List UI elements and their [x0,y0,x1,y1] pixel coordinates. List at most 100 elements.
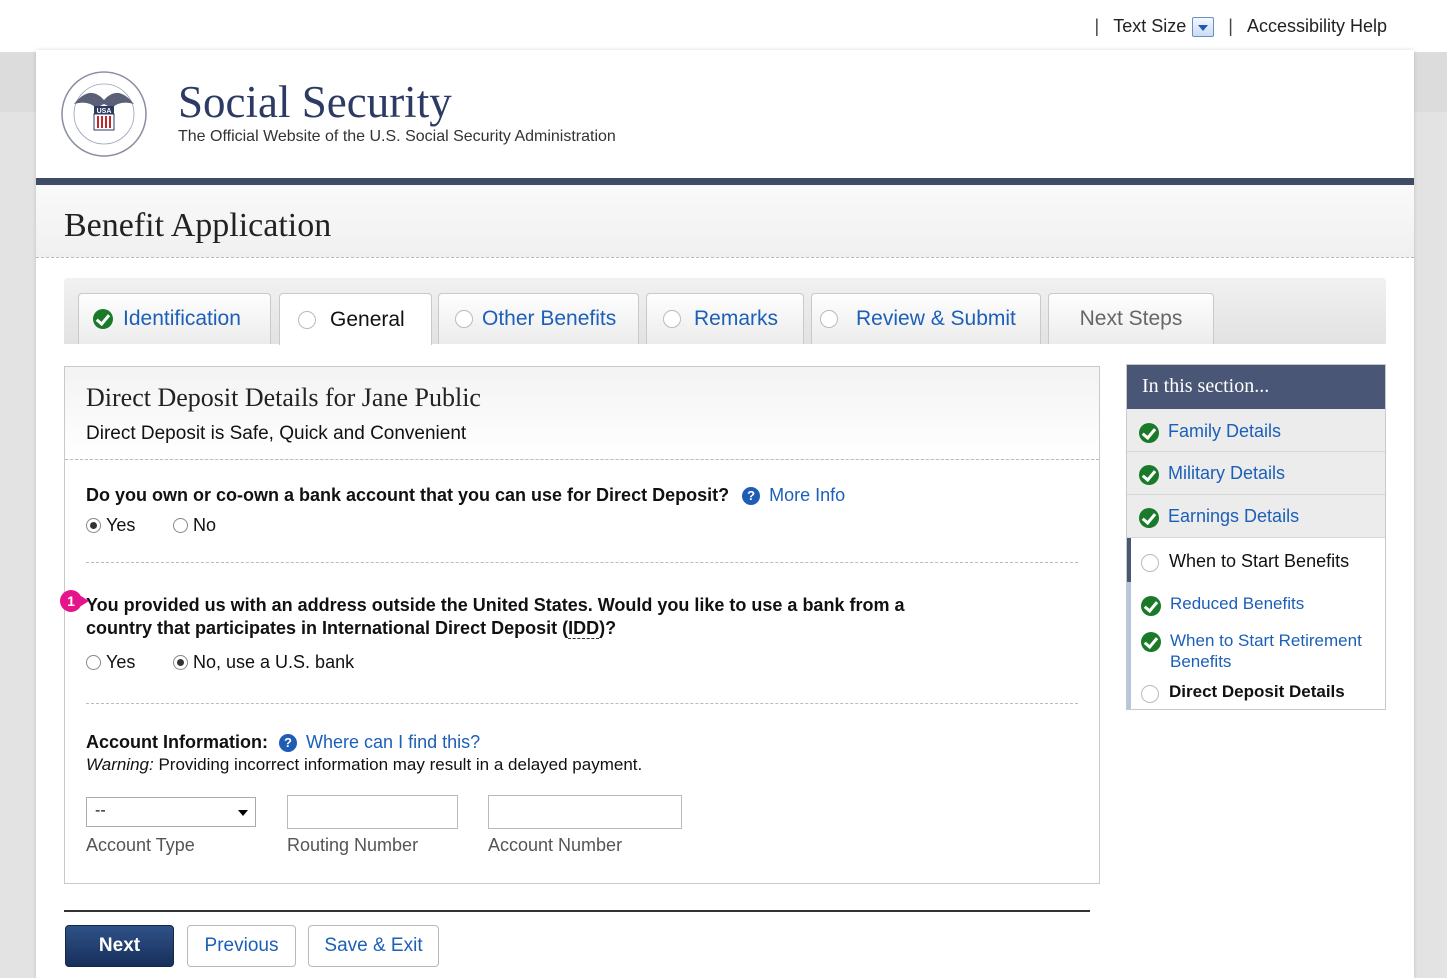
separator: | [1228,16,1233,36]
sidebar-item-label: Military Details [1168,463,1286,483]
check-icon [1141,632,1161,652]
radio-selected-icon[interactable] [173,655,188,670]
sidebar-item-family-details[interactable]: Family Details [1127,409,1385,452]
tab-label: Other Benefits [482,307,617,330]
tab-other-benefits[interactable]: Other Benefits [438,293,639,344]
help-icon[interactable]: ? [279,734,298,753]
text-size-dropdown-icon[interactable] [1192,16,1215,37]
check-icon [93,309,113,329]
ssa-seal-logo[interactable]: USA [60,70,148,158]
check-icon [1139,508,1159,528]
more-info-link[interactable]: More Info [769,485,845,505]
account-type-value: -- [95,802,106,819]
where-find-link[interactable]: Where can I find this? [306,732,480,752]
previous-button[interactable]: Previous [187,925,296,967]
tab-label: General [330,307,405,331]
radio-option-no[interactable]: No [173,515,216,536]
routing-number-label: Routing Number [287,835,419,855]
sidebar-item-label: Direct Deposit Details [1169,682,1345,701]
accessibility-help-link[interactable]: Accessibility Help [1247,16,1387,37]
routing-number-input[interactable] [287,795,458,829]
account-number-input[interactable] [488,795,682,829]
sidebar-item-label: When to Start Benefits [1169,551,1350,571]
divider [86,703,1078,704]
sidebar-item-reduced-benefits[interactable]: Reduced Benefits [1131,594,1385,616]
warning-label: Warning: [86,755,154,774]
save-exit-button[interactable]: Save & Exit [308,925,439,967]
question-text-line1: You provided us with an address outside … [86,595,905,615]
sidebar-item-earnings-details[interactable]: Earnings Details [1127,495,1385,538]
utility-links: | Text Size | Accessibility Help [1081,16,1387,37]
question-text-part: country that participates in Internation… [86,618,569,638]
check-icon [1139,465,1159,485]
radio-unselected-icon[interactable] [173,518,188,533]
warning-message: Providing incorrect information may resu… [153,755,643,774]
sidebar-item-direct-deposit[interactable]: Direct Deposit Details [1131,682,1385,703]
panel-title: Direct Deposit Details for Jane Public [86,383,481,412]
sidebar-item-when-to-start[interactable]: When to Start Benefits [1127,538,1385,582]
pending-circle-icon [1141,554,1159,572]
tab-label: Identification [123,307,241,330]
radio-option-yes-idd[interactable]: Yes [86,652,135,673]
sidebar-item-label: Family Details [1168,421,1282,441]
tab-general[interactable]: General [279,293,432,345]
radio-unselected-icon[interactable] [86,655,101,670]
sidebar-subsection: Reduced Benefits When to Start Retiremen… [1127,582,1385,709]
site-header: USA Social Security The Official Website… [36,50,1414,185]
question-text-part: )? [599,618,617,638]
pending-circle-icon [298,310,316,329]
tab-next-steps: Next Steps [1048,293,1214,344]
panel-subtitle: Direct Deposit is Safe, Quick and Conven… [86,423,467,444]
divider [64,910,1090,912]
help-icon[interactable]: ? [742,487,761,506]
sidebar-item-label: Earnings Details [1168,506,1300,526]
radio-option-us-bank[interactable]: No, use a U.S. bank [173,652,354,673]
tab-label: Review & Submit [856,307,1016,330]
account-info-heading: Account Information: ? Where can I find … [86,732,480,753]
page-title: Benefit Application [64,207,332,244]
account-type-select[interactable]: -- [86,797,256,827]
tab-label: Next Steps [1079,307,1183,330]
chevron-down-icon [238,810,248,816]
radio-selected-icon[interactable] [86,518,101,533]
sidebar-item-military-details[interactable]: Military Details [1127,452,1385,495]
pending-circle-icon [455,310,473,328]
section-sidebar: In this section... Family Details Milita… [1126,364,1386,710]
tab-review-submit[interactable]: Review & Submit [811,293,1041,344]
sidebar-item-label: Reduced Benefits [1170,594,1305,613]
tab-remarks[interactable]: Remarks [646,293,804,344]
check-icon [1139,423,1159,443]
check-icon [1141,596,1161,616]
svg-text:USA: USA [97,108,112,115]
warning-text: Warning: Providing incorrect information… [86,755,642,775]
app-header: Benefit Application [36,185,1414,258]
account-number-label: Account Number [488,835,623,855]
radio-option-yes[interactable]: Yes [86,515,135,536]
option-label: Yes [106,515,136,535]
pending-circle-icon [820,310,838,328]
idd-abbreviation[interactable]: IDD [568,618,600,639]
site-title[interactable]: Social Security [178,76,452,128]
sidebar-item-label: When to Start Retirement Benefits [1170,631,1362,671]
sidebar-heading: In this section... [1127,365,1385,409]
divider [86,562,1078,563]
next-button[interactable]: Next [65,925,174,967]
sidebar-item-when-to-start-retirement[interactable]: When to Start Retirement Benefits [1131,630,1385,672]
step-tabs: Identification General Other Benefits Re… [64,278,1386,345]
error-marker-badge: 1 [60,590,89,612]
tab-identification[interactable]: Identification [78,293,271,344]
site-subtitle: The Official Website of the U.S. Social … [178,128,616,145]
question-text: Do you own or co-own a bank account that… [86,485,730,505]
tab-label: Remarks [694,307,779,330]
direct-deposit-panel: Direct Deposit Details for Jane Public D… [60,366,1100,884]
separator: | [1094,16,1100,36]
account-info-label: Account Information: [86,732,268,752]
panel-header: Direct Deposit Details for Jane Public D… [65,367,1099,460]
pending-circle-icon [663,310,681,328]
question-bank-account: Do you own or co-own a bank account that… [86,485,845,506]
option-label: No, use a U.S. bank [193,652,355,672]
question-text-line2: country that participates in Internation… [86,617,904,640]
text-size-label[interactable]: Text Size [1113,16,1186,37]
account-type-label: Account Type [86,835,195,855]
option-label: No [193,515,217,535]
